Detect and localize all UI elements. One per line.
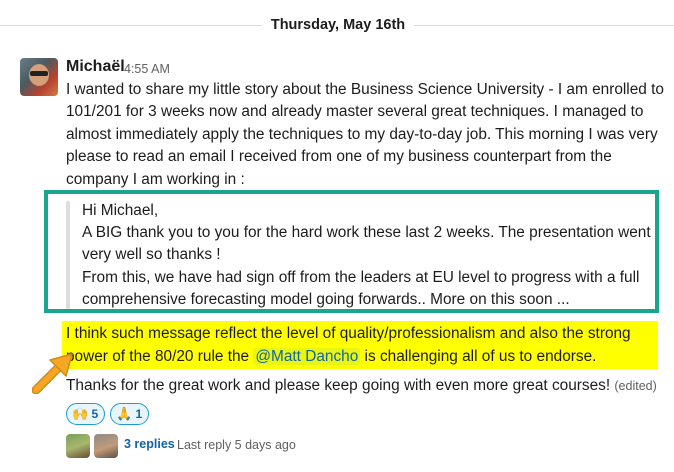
pray-icon: 🙏 bbox=[116, 406, 133, 421]
reply-count-link[interactable]: 3 replies bbox=[124, 437, 175, 451]
quote-line: From this, we have had sign off from the… bbox=[82, 268, 640, 308]
last-reply-time: Last reply 5 days ago bbox=[177, 438, 296, 452]
quote-line: A BIG thank you to you for the hard work… bbox=[82, 224, 651, 264]
date-divider: Thursday, May 16th bbox=[0, 0, 674, 40]
user-mention[interactable]: @Matt Dancho bbox=[253, 348, 361, 365]
reaction-pray[interactable]: 🙏 1 bbox=[110, 403, 150, 425]
reaction-raised-hands[interactable]: 🙌 5 bbox=[66, 403, 106, 425]
highlighted-text: I think such message reflect the level o… bbox=[66, 322, 658, 368]
reaction-count: 1 bbox=[135, 407, 143, 421]
quote-line: Hi Michael, bbox=[82, 202, 159, 219]
quote-bar bbox=[66, 201, 70, 309]
message-body: I wanted to share my little story about … bbox=[66, 81, 664, 188]
author-name[interactable]: Michaël bbox=[66, 58, 125, 76]
reaction-count: 5 bbox=[91, 407, 99, 421]
message-timestamp[interactable]: 4:55 AM bbox=[124, 62, 170, 76]
blockquote: Hi Michael, A BIG thank you to you for t… bbox=[82, 200, 657, 311]
avatar-glasses bbox=[30, 71, 48, 76]
avatar[interactable] bbox=[20, 58, 58, 96]
closing-line: Thanks for the great work and please kee… bbox=[66, 375, 666, 397]
reply-avatar bbox=[66, 434, 90, 458]
edited-label: (edited) bbox=[614, 379, 657, 393]
reply-avatar bbox=[94, 434, 118, 458]
date-label[interactable]: Thursday, May 16th bbox=[262, 12, 414, 38]
closing-text: Thanks for the great work and please kee… bbox=[66, 377, 611, 394]
highlight-text-after: is challenging all of us to endorse. bbox=[360, 348, 597, 365]
raised-hands-icon: 🙌 bbox=[72, 406, 89, 421]
